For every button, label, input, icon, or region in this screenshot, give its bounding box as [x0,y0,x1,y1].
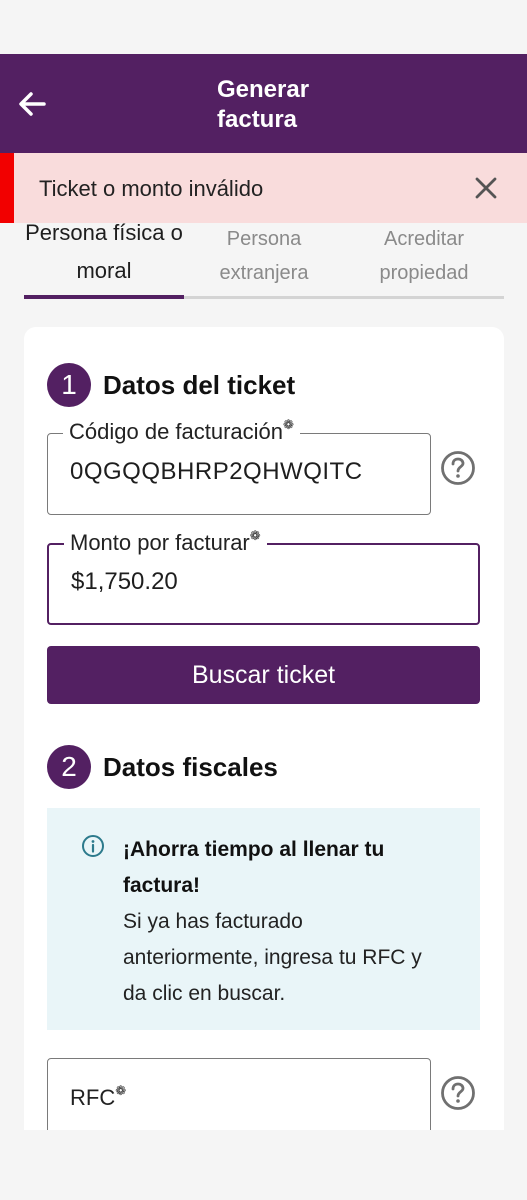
tab-label: Acreditar propiedad [379,228,469,284]
tab-label: Persona física o moral [25,220,183,283]
info-title: ¡Ahorra tiempo al llenar tu factura! [123,838,385,897]
help-icon[interactable] [440,450,476,486]
error-alert: Ticket o monto inválido [0,153,527,223]
billing-code-input[interactable] [70,458,415,486]
back-arrow-icon[interactable] [14,86,50,122]
section-title: Datos del ticket [103,370,296,400]
required-marker: ❁ [249,528,261,543]
info-icon [81,834,105,858]
tab-persona-extranjera[interactable]: Persona extranjera [184,214,344,300]
app-bar: Generar factura [0,54,527,153]
search-ticket-button[interactable]: Buscar ticket [47,646,480,704]
section-title: Datos fiscales [103,752,278,782]
tab-persona-fisica-moral[interactable]: Persona física o moral [24,214,184,300]
screen: Generar factura Ticket o monto inválido … [0,0,527,1200]
billing-code-field[interactable]: Código de facturación❁ [47,417,431,515]
tab-acreditar-propiedad[interactable]: Acreditar propiedad [344,214,504,300]
alert-accent-bar [0,153,14,223]
bottom-strip [0,1130,527,1200]
active-tab-indicator [24,295,184,299]
step-number-badge: 2 [47,745,91,789]
info-box: ¡Ahorra tiempo al llenar tu factura! Si … [47,808,480,1030]
rfc-field[interactable]: RFC❁ [47,1058,431,1140]
alert-message: Ticket o monto inválido [39,176,264,201]
rfc-placeholder: RFC❁ [70,1083,127,1110]
tab-bar: Persona física o moral Persona extranjer… [24,214,504,300]
required-marker: ❁ [115,1083,127,1098]
amount-field[interactable]: Monto por facturar❁ [47,528,480,625]
info-text: Si ya has facturado anteriormente, ingre… [123,910,422,1005]
billing-code-label: Código de facturación❁ [63,417,300,445]
page-title: Generar factura [217,76,310,133]
amount-input[interactable] [71,568,411,596]
close-icon[interactable] [470,172,502,204]
step-number-badge: 1 [47,363,91,407]
amount-label: Monto por facturar❁ [64,528,267,556]
help-icon[interactable] [440,1075,476,1111]
required-marker: ❁ [283,417,294,432]
tab-label: Persona extranjera [219,228,309,284]
